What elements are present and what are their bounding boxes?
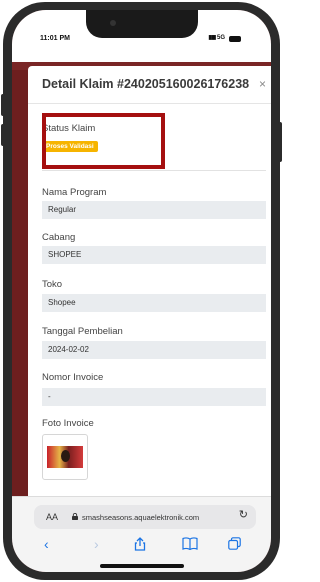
modal-header: Detail Klaim #240205160026176238 ×: [28, 66, 271, 104]
store-label: Toko: [42, 279, 63, 290]
highlight-annotation: [42, 113, 165, 169]
home-indicator: [100, 564, 184, 568]
purchase-date-field: 2024-02-02: [42, 341, 266, 359]
branch-field: SHOPEE: [42, 246, 266, 264]
volume-down-button: [1, 124, 5, 146]
battery-icon: [229, 36, 241, 42]
bookmarks-icon[interactable]: [182, 537, 198, 552]
modal-title: Detail Klaim #240205160026176238: [42, 77, 250, 91]
power-button: [278, 122, 282, 162]
program-label: Nama Program: [42, 187, 107, 198]
status-bar: 11:01 PM ▮▮▮ 5G: [12, 10, 271, 62]
status-time: 11:01 PM: [40, 35, 70, 42]
camera-icon: [110, 20, 116, 26]
branch-label: Cabang: [42, 232, 76, 243]
phone-frame: 11:01 PM ▮▮▮ 5G Detail Klaim #2402051600…: [1, 2, 282, 580]
notch: [86, 10, 198, 38]
invoice-image: [47, 446, 83, 468]
share-icon[interactable]: [134, 537, 146, 553]
browser-nav: ‹ ›: [12, 537, 271, 557]
browser-toolbar: AA smashseasons.aquaelektronik.com ↻ ‹ ›: [12, 496, 271, 572]
reader-aa-button[interactable]: AA: [46, 512, 58, 522]
invoice-photo-label: Foto Invoice: [42, 418, 94, 429]
claim-detail-modal: Detail Klaim #240205160026176238 × Statu…: [28, 66, 271, 496]
invoice-number-label: Nomor Invoice: [42, 372, 104, 383]
lock-icon: [72, 513, 78, 520]
invoice-image-figure: [61, 450, 70, 462]
signal-icon: ▮▮▮ 5G: [208, 35, 225, 41]
phone-screen: 11:01 PM ▮▮▮ 5G Detail Klaim #2402051600…: [12, 10, 271, 572]
volume-up-button: [1, 94, 5, 116]
purchase-date-label: Tanggal Pembelian: [42, 326, 123, 337]
tabs-icon[interactable]: [228, 537, 241, 552]
divider: [42, 170, 266, 171]
forward-icon[interactable]: ›: [94, 537, 99, 551]
close-icon[interactable]: ×: [259, 78, 266, 90]
reload-icon[interactable]: ↻: [239, 510, 248, 521]
url-text: smashseasons.aquaelektronik.com: [82, 513, 200, 522]
store-field: Shopee: [42, 294, 266, 312]
network-label: 5G: [216, 35, 225, 41]
invoice-photo-thumbnail[interactable]: [42, 434, 88, 480]
address-bar[interactable]: AA smashseasons.aquaelektronik.com ↻: [34, 505, 256, 529]
program-field: Regular: [42, 201, 266, 219]
invoice-number-field: -: [42, 388, 266, 406]
back-icon[interactable]: ‹: [44, 537, 49, 551]
